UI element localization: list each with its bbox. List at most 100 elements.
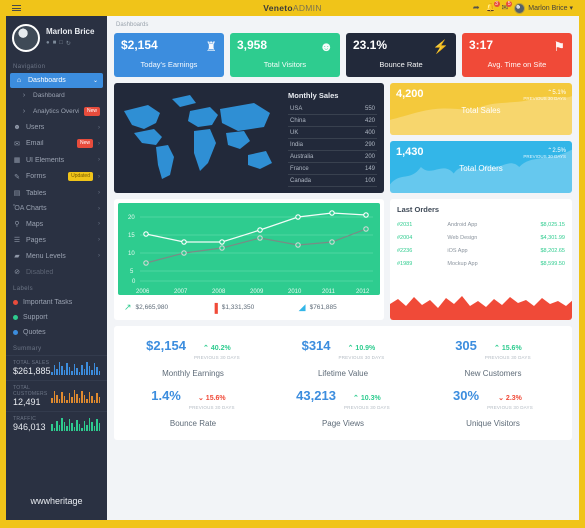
sidebar-item-analytics-overview[interactable]: › Analytics Overview New (6, 103, 107, 120)
user-icon[interactable]: ● (46, 40, 50, 47)
sidebar-label-text: Important Tasks (23, 299, 73, 306)
chevron-icon: › (98, 157, 100, 163)
power-icon[interactable]: ↻ (66, 40, 71, 47)
grid-icon: ▦ (13, 157, 21, 164)
map-and-minicards-row: Monthly Sales USA 550 China 420 UK 400 India 29… (114, 83, 572, 193)
chevron-icon: › (98, 253, 100, 259)
chevron-right-icon: › (22, 92, 26, 99)
chevron-icon: › (98, 190, 100, 196)
kpi-value: 30% (453, 388, 480, 403)
brand-sub: ADMIN (292, 3, 322, 13)
mini-card-total-sales[interactable]: 4,200 ⌃5.1% PREVIOUS 30 DAYS Total Sales (390, 83, 572, 135)
sidebar-item-maps[interactable]: ⚲ Maps › (6, 216, 107, 232)
sidebar-item-charts[interactable]: ὌA Charts › (6, 201, 107, 216)
mini-card-pct: ⌃2.5% (547, 148, 566, 154)
mini-stat-value: $2,665,980 (135, 304, 169, 311)
hamburger-icon[interactable] (12, 3, 21, 12)
sidebar-item-dashboards[interactable]: ⌂ Dashboards ⌄ (10, 73, 103, 88)
order-row[interactable]: #2236 iOS App $8,202.65 (397, 244, 565, 257)
country-value: 290 (364, 141, 375, 148)
order-row[interactable]: #2031 Android App $8,025.15 (397, 218, 565, 231)
stat-card-total-visitors[interactable]: 3,958 ☻ Total Visitors (230, 33, 340, 77)
mini-card-change: ⌃5.1% PREVIOUS 30 DAYS (523, 89, 566, 101)
sidebar-summary-title: Summary (13, 346, 42, 352)
envelope-icon[interactable]: ✉ 5 (502, 1, 513, 12)
kpi-delta: ⌃ 40.2% PREVIOUS 30 DAYS (194, 337, 240, 360)
svg-text:5: 5 (130, 269, 134, 275)
stat-card-row: $2,154 ♜ Today's Earnings 3,958 ☻ Total Visit… (114, 33, 572, 77)
bell-icon[interactable]: 🔔 3 (486, 1, 500, 12)
order-amount: $8,025.15 (540, 221, 565, 228)
page-frame: VenetoADMIN ➦ 🔔 3 ✉ 5 Marlon Brice ▾ Mar… (0, 0, 585, 528)
last-orders-title: Last Orders (397, 205, 440, 214)
profile-actions: ● ■ □ ↻ (46, 40, 94, 47)
sidebar-item-ui-elements[interactable]: ▦ UI Elements › (6, 152, 107, 168)
sidebar-item-users[interactable]: ☻ Users › (6, 120, 107, 135)
stat-card-value: $2,154 (121, 38, 158, 52)
stat-card-bounce-rate[interactable]: 23.1% ⚡ Bounce Rate (346, 33, 456, 77)
label-dot-icon (13, 300, 18, 305)
clock-icon[interactable]: □ (59, 40, 63, 47)
sidebar-label-text: Support (23, 314, 48, 321)
bell-badge: 3 (493, 1, 500, 7)
watermark: wwwheritage (30, 496, 83, 506)
kpi-label: Bounce Rate (169, 419, 217, 428)
sidebar-item-tables[interactable]: ▤ Tables › (6, 185, 107, 201)
sidebar-item-pages[interactable]: ☰ Pages › (6, 232, 107, 248)
stat-card-avg-time-on-site[interactable]: 3:17 ⚑ Avg. Time on Site (462, 33, 572, 77)
country-name: France (290, 165, 309, 172)
sidebar-item-label: Disabled (26, 268, 54, 276)
sidebar-profile[interactable]: Marlon Brice ● ■ □ ↻ (6, 16, 107, 58)
svg-text:2006: 2006 (136, 289, 150, 295)
sidebar-label-quotes[interactable]: Quotes (6, 325, 107, 340)
chevron-icon: ⌄ (92, 78, 98, 84)
country-value: 149 (364, 165, 375, 172)
kpi-pct: ⌃ 10.9% (347, 345, 376, 352)
mini-card-change: ⌃2.5% PREVIOUS 30 DAYS (523, 147, 566, 159)
chevron-icon: › (98, 140, 100, 147)
user-name: Marlon Brice ▾ (528, 5, 573, 12)
profile-name: Marlon Brice (46, 27, 95, 36)
order-name: Android App (447, 221, 478, 228)
mini-card-label: Total Orders (459, 164, 503, 173)
kpi-label: Lifetime Value (317, 369, 369, 378)
sidebar-item-forms[interactable]: ✎ Forms Updated › (6, 168, 107, 185)
order-row[interactable]: #1989 Mockup App $8,599.50 (397, 257, 565, 270)
mini-stat-value: $1,331,350 (221, 304, 255, 311)
order-row[interactable]: #2004 Web Design $4,301.99 (397, 231, 565, 244)
kpi-pct: ⌃ 15.6% (494, 345, 522, 352)
user-menu[interactable]: Marlon Brice ▾ (514, 2, 573, 14)
order-id: #2004 (397, 234, 413, 241)
brand-main: Veneto (263, 3, 293, 13)
sidebar-nav: ⌂ Dashboards ⌄ › Dashboard › Analytics Overvie… (6, 73, 107, 280)
summary-value: 946,013 (13, 422, 46, 432)
share-icon[interactable]: ➦ (473, 4, 480, 12)
sidebar-label-important-tasks[interactable]: Important Tasks (6, 295, 107, 310)
admin-app: VenetoADMIN ➦ 🔔 3 ✉ 5 Marlon Brice ▾ Mar… (6, 0, 579, 520)
kpi-row-bottom: 1.4% ⌄ 15.6% PREVIOUS 30 DAYS Bounce Rate 43… (118, 384, 568, 434)
table-icon: ▤ (13, 190, 21, 197)
kpi-row-top: $2,154 ⌃ 40.2% PREVIOUS 30 DAYS Monthly Ear… (118, 334, 568, 384)
sidebar-item-badge: Updated (68, 172, 93, 181)
stat-card-today-s-earnings[interactable]: $2,154 ♜ Today's Earnings (114, 33, 224, 77)
file-icon: ☰ (13, 237, 21, 244)
sidebar-item-email[interactable]: ✉ Email New › (6, 135, 107, 152)
sidebar-item-dashboard[interactable]: › Dashboard (6, 88, 107, 103)
mini-stat-value: $761,885 (309, 304, 337, 311)
stat-card-label: Total Visitors (263, 60, 307, 69)
area-chart-icon: ◢ (298, 302, 306, 312)
monthly-sales-list: USA 550 China 420 UK 400 India 290 Australia 200 F… (288, 103, 377, 187)
kpi-pct: ⌄ 15.6% (197, 395, 226, 402)
sidebar-label-support[interactable]: Support (6, 310, 107, 325)
monthly-sales-panel: Monthly Sales USA 550 China 420 UK 400 India 29… (284, 83, 384, 193)
kpi-value: $2,154 (146, 338, 186, 353)
sidebar-item-label: Analytics Overview (33, 108, 79, 115)
mini-card-total-orders[interactable]: 1,430 ⌃2.5% PREVIOUS 30 DAYS Total Orders (390, 141, 572, 193)
country-name: Canada (290, 177, 312, 184)
chevron-icon: › (98, 221, 100, 227)
sidebar-item-menu-levels[interactable]: ▰ Menu Levels › (6, 248, 107, 264)
svg-text:2008: 2008 (212, 289, 226, 295)
folder-icon: ▰ (14, 253, 20, 260)
briefcase-icon[interactable]: ■ (53, 40, 57, 47)
summary-row: TOTAL CUSTOMERS 12,491 (6, 380, 107, 411)
